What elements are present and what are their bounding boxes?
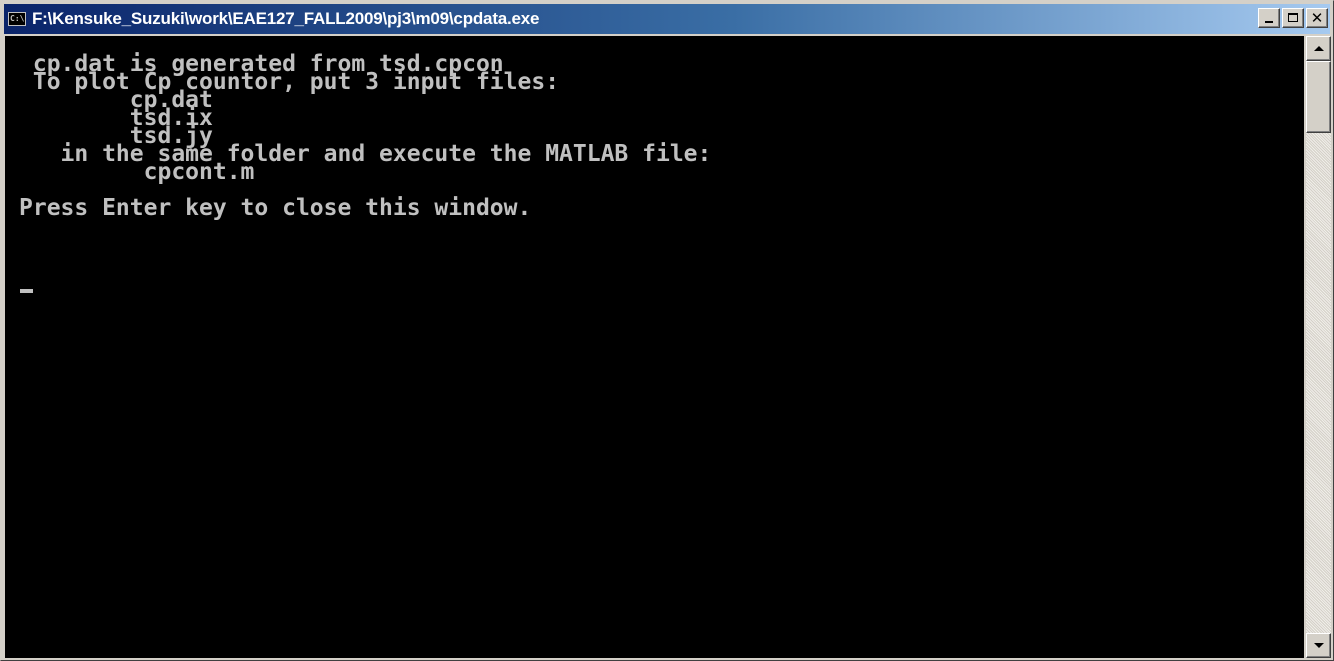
maximize-button[interactable] [1282, 8, 1304, 28]
close-button[interactable]: ✕ [1306, 8, 1328, 28]
minimize-button[interactable] [1258, 8, 1280, 28]
console-window: C:\ F:\Kensuke_Suzuki\work\EAE127_FALL20… [0, 0, 1334, 661]
maximize-icon [1288, 13, 1298, 22]
scroll-down-button[interactable] [1306, 633, 1331, 658]
console-output-area[interactable]: cp.dat is generated from tsd.cpcon To pl… [5, 36, 1304, 658]
text-cursor [20, 289, 33, 293]
close-icon: ✕ [1310, 9, 1324, 27]
minimize-icon [1265, 21, 1273, 23]
arrow-down-icon [1314, 643, 1324, 648]
vertical-scrollbar[interactable] [1306, 36, 1331, 658]
scroll-up-button[interactable] [1306, 36, 1331, 61]
arrow-up-icon [1314, 46, 1324, 51]
scroll-thumb[interactable] [1306, 61, 1331, 133]
title-bar[interactable]: C:\ F:\Kensuke_Suzuki\work\EAE127_FALL20… [4, 4, 1330, 34]
window-controls: ✕ [1258, 8, 1328, 28]
window-title: F:\Kensuke_Suzuki\work\EAE127_FALL2009\p… [32, 9, 540, 28]
console-app-icon[interactable]: C:\ [8, 12, 26, 26]
console-text: cp.dat is generated from tsd.cpcon To pl… [19, 51, 712, 221]
